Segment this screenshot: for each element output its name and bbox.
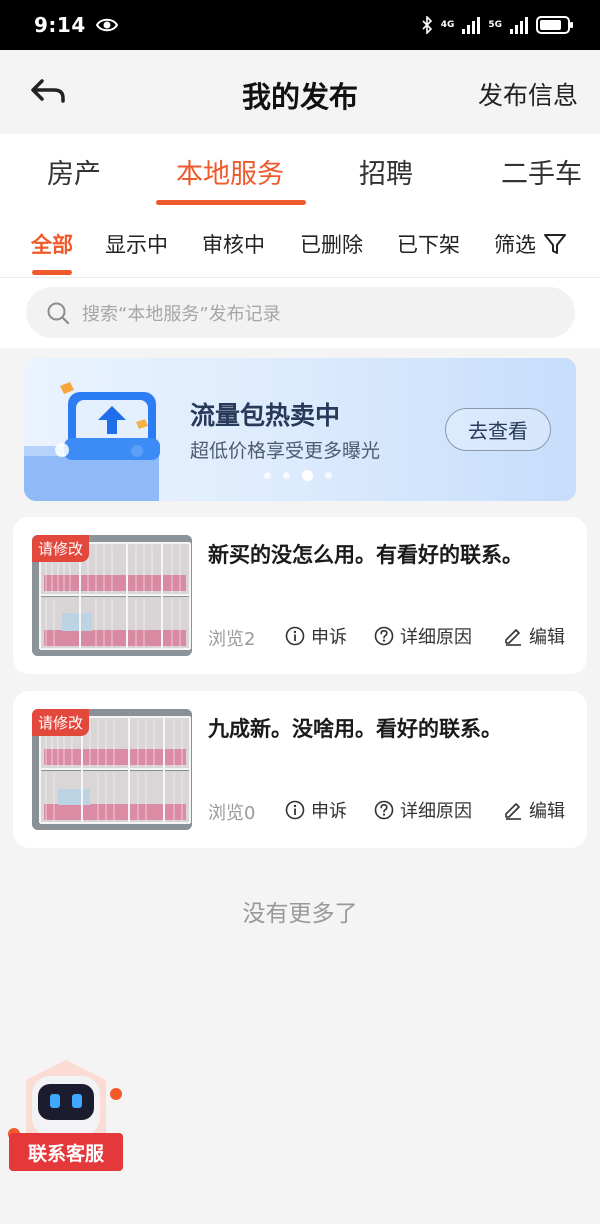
- carousel-dots: [264, 470, 332, 481]
- network-4g: 4G: [440, 19, 455, 30]
- battery-icon: [536, 16, 573, 34]
- publish-info-button[interactable]: 发布信息: [478, 76, 578, 112]
- listing-card[interactable]: 请修改 九成新。没啥用。看好的联系。 浏览0 申诉 详细原因 编辑: [13, 691, 587, 848]
- filter-showing[interactable]: 显示中: [105, 229, 168, 259]
- search-icon: [47, 302, 70, 324]
- needs-edit-badge: 请修改: [32, 709, 90, 736]
- nav-bar: 我的发布 发布信息: [0, 50, 600, 134]
- edit-button[interactable]: 编辑: [503, 623, 565, 649]
- filter-deleted[interactable]: 已删除: [300, 229, 363, 259]
- appeal-button[interactable]: 申诉: [285, 623, 347, 649]
- edit-label: 编辑: [529, 801, 565, 822]
- pencil-icon: [505, 629, 521, 646]
- view-count: 浏览0: [208, 803, 256, 824]
- tab-local-services[interactable]: 本地服务: [176, 152, 284, 191]
- no-more-text: 没有更多了: [242, 901, 358, 927]
- appeal-label: 申诉: [311, 801, 347, 822]
- listing-thumbnail[interactable]: 请修改: [32, 535, 192, 656]
- listing-thumbnail[interactable]: 请修改: [32, 709, 192, 830]
- filter-all[interactable]: 全部: [31, 229, 73, 259]
- upload-box-illustration-icon: [24, 382, 160, 501]
- search-input[interactable]: 搜索“本地服务”发布记录: [26, 287, 575, 338]
- carousel-dot-active[interactable]: [302, 470, 313, 481]
- tab-jobs[interactable]: 招聘: [359, 152, 413, 191]
- bluetooth-icon: [422, 16, 432, 34]
- carousel-dot[interactable]: [325, 472, 332, 479]
- banner-view-button[interactable]: 去查看: [445, 408, 551, 451]
- funnel-icon[interactable]: [543, 232, 567, 256]
- network-5g: 5G: [488, 19, 502, 30]
- search-placeholder: 搜索“本地服务”发布记录: [82, 303, 281, 325]
- back-arrow-icon: [31, 79, 65, 103]
- carousel-dot[interactable]: [283, 472, 290, 479]
- customer-service-button[interactable]: 联系客服: [6, 1058, 126, 1172]
- promo-banner[interactable]: 流量包热卖中 超低价格享受更多曝光 去查看: [24, 358, 576, 501]
- edit-label: 编辑: [529, 627, 565, 648]
- listing-card[interactable]: 请修改 新买的没怎么用。有看好的联系。 浏览2 申诉 详细原因 编辑: [13, 517, 587, 674]
- details-button[interactable]: 详细原因: [374, 797, 472, 823]
- appeal-button[interactable]: 申诉: [285, 797, 347, 823]
- carousel-dot[interactable]: [264, 472, 271, 479]
- question-icon: [374, 626, 394, 646]
- back-button[interactable]: [28, 76, 68, 108]
- appeal-label: 申诉: [311, 627, 347, 648]
- active-tab-indicator: [156, 200, 306, 205]
- filter-reviewing[interactable]: 审核中: [202, 229, 265, 259]
- eye-icon: [95, 18, 118, 32]
- signal-icon-2: [510, 16, 528, 34]
- search-section: 搜索“本地服务”发布记录: [0, 278, 600, 348]
- details-label: 详细原因: [400, 801, 472, 822]
- banner-title: 流量包热卖中: [190, 401, 341, 430]
- question-icon: [374, 800, 394, 820]
- details-label: 详细原因: [400, 627, 472, 648]
- tab-used-cars[interactable]: 二手车: [501, 152, 582, 191]
- customer-service-label: 联系客服: [9, 1133, 123, 1171]
- status-bar: 9:14 4G 5G: [0, 0, 600, 50]
- info-icon: [285, 800, 305, 820]
- signal-icon: [462, 16, 481, 34]
- active-filter-indicator: [32, 270, 72, 275]
- view-count: 浏览2: [208, 629, 256, 650]
- needs-edit-badge: 请修改: [32, 535, 90, 562]
- listing-title[interactable]: 九成新。没啥用。看好的联系。: [208, 713, 502, 743]
- listing-title[interactable]: 新买的没怎么用。有看好的联系。: [208, 539, 523, 569]
- banner-subtitle: 超低价格享受更多曝光: [190, 440, 381, 462]
- edit-button[interactable]: 编辑: [503, 797, 565, 823]
- status-filter-tabs: 全部 显示中 审核中 已删除 已下架 筛选: [0, 212, 600, 278]
- status-time: 9:14: [34, 13, 86, 37]
- pencil-icon: [505, 803, 521, 820]
- filter-offline[interactable]: 已下架: [397, 229, 460, 259]
- info-icon: [285, 626, 305, 646]
- filter-button[interactable]: 筛选: [494, 229, 536, 259]
- tab-property[interactable]: 房产: [47, 152, 101, 191]
- category-tabs: 房产 本地服务 招聘 二手车: [0, 134, 600, 212]
- details-button[interactable]: 详细原因: [374, 623, 472, 649]
